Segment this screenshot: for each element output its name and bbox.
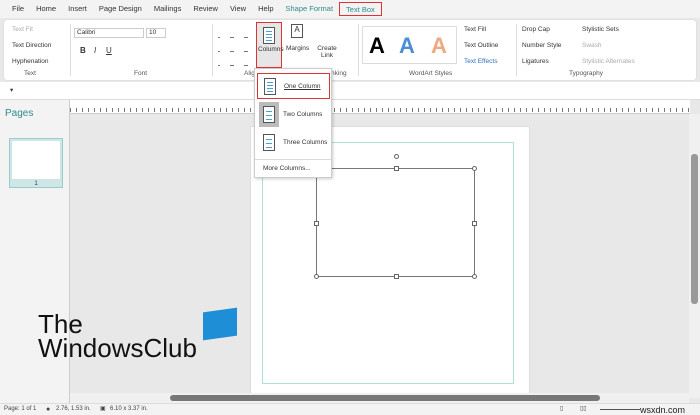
rotate-handle[interactable] xyxy=(394,154,399,159)
stylistic-sets-button[interactable]: Stylistic Sets xyxy=(582,26,619,33)
typography-group-label: Typography xyxy=(569,70,603,77)
menu-file[interactable]: File xyxy=(6,2,30,16)
alignment-buttons[interactable] xyxy=(218,24,256,66)
create-link-button[interactable]: Create Link xyxy=(316,45,338,59)
drop-cap-button[interactable]: Drop Cap xyxy=(522,26,550,33)
font-name-select[interactable]: Calibri xyxy=(74,28,144,38)
stylistic-alternates-button[interactable]: Stylistic Alternates xyxy=(582,58,635,65)
wordart-group-label: WordArt Styles xyxy=(409,70,453,77)
horizontal-ruler xyxy=(70,100,690,114)
text-direction-button[interactable]: Text Direction xyxy=(12,42,51,49)
margins-button[interactable]: A Margins xyxy=(285,24,309,66)
menu-insert[interactable]: Insert xyxy=(62,2,93,16)
zoom-slider[interactable] xyxy=(600,409,640,410)
text-fit-button[interactable]: Text Fit xyxy=(12,26,33,33)
columns-button[interactable]: Columns xyxy=(256,22,284,68)
three-columns-icon xyxy=(263,133,275,151)
wordart-gallery[interactable]: A A A xyxy=(362,26,457,64)
menu-help[interactable]: Help xyxy=(252,2,279,16)
bold-button[interactable]: B xyxy=(80,46,86,55)
columns-icon xyxy=(263,27,275,44)
underline-button[interactable]: U xyxy=(106,46,112,55)
one-column-icon xyxy=(264,77,276,95)
single-page-view-icon[interactable]: ▯ xyxy=(560,405,563,412)
text-effects-button[interactable]: Text Effects xyxy=(464,58,497,65)
menu-review[interactable]: Review xyxy=(187,2,224,16)
text-fill-button[interactable]: Text Fill xyxy=(464,26,486,33)
menu-home[interactable]: Home xyxy=(30,2,62,16)
watermark-site: wsxdn.com xyxy=(640,405,686,415)
two-columns-icon xyxy=(259,101,279,127)
italic-button[interactable]: I xyxy=(94,46,96,55)
status-bar: Page: 1 of 1 ● 2.76, 1.53 in. ▣ 6.10 x 3… xyxy=(0,403,700,415)
font-group-label: Font xyxy=(134,70,148,77)
hyphenation-button[interactable]: Hyphenation xyxy=(12,58,49,65)
menu-page-design[interactable]: Page Design xyxy=(93,2,148,16)
two-page-view-icon[interactable]: ▯▯ xyxy=(580,405,587,412)
ligatures-button[interactable]: Ligatures xyxy=(522,58,549,65)
quick-access-toolbar: ▾ xyxy=(0,82,700,100)
three-columns-option[interactable]: Three Columns xyxy=(257,129,330,155)
horizontal-scrollbar[interactable] xyxy=(70,393,689,403)
font-size-select[interactable]: 10 xyxy=(146,28,166,38)
number-style-button[interactable]: Number Style xyxy=(522,42,561,49)
page-thumbnail[interactable]: 1 xyxy=(9,138,63,188)
size-icon: ▣ xyxy=(100,406,106,412)
one-column-option[interactable]: One Column xyxy=(257,73,330,99)
page-count: Page: 1 of 1 xyxy=(4,406,37,412)
position-icon: ● xyxy=(46,406,51,413)
pages-title: Pages xyxy=(5,108,34,119)
text-group-label: Text xyxy=(24,70,36,77)
text-outline-button[interactable]: Text Outline xyxy=(464,42,498,49)
text-box[interactable] xyxy=(314,154,477,279)
columns-dropdown: One Column Two Columns Three Columns Mor… xyxy=(254,68,332,178)
watermark-logo: The WindowsClub xyxy=(38,307,237,361)
ribbon: Text Fit Text Direction Hyphenation Text… xyxy=(4,20,696,80)
customize-icon[interactable]: ▾ xyxy=(10,86,13,94)
menu-shape-format[interactable]: Shape Format xyxy=(280,2,340,16)
cursor-position: 2.76, 1.53 in. xyxy=(56,406,91,412)
object-size: 6.10 x 3.37 in. xyxy=(110,406,148,412)
page-thumbnail-number: 1 xyxy=(34,181,38,187)
two-columns-option[interactable]: Two Columns xyxy=(257,101,330,127)
more-columns-option[interactable]: More Columns... xyxy=(263,165,311,172)
vertical-scrollbar[interactable] xyxy=(689,114,700,398)
menu-bar: File Home Insert Page Design Mailings Re… xyxy=(0,0,700,18)
margins-icon: A xyxy=(291,24,303,38)
menu-mailings[interactable]: Mailings xyxy=(148,2,188,16)
menu-text-box[interactable]: Text Box xyxy=(339,2,382,16)
swash-button[interactable]: Swash xyxy=(582,42,602,49)
menu-view[interactable]: View xyxy=(224,2,252,16)
